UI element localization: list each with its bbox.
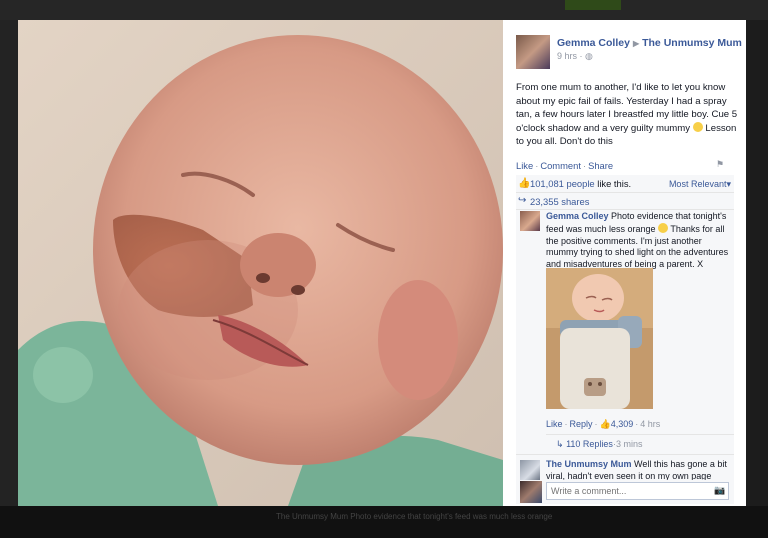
background-footer-text: The Unmumsy Mum Photo evidence that toni…: [276, 512, 553, 521]
comment-link[interactable]: Comment: [540, 160, 581, 171]
sort-dropdown[interactable]: Most Relevant▾: [669, 179, 731, 190]
post-actions: Like · Comment · Share: [516, 160, 613, 171]
viewer-avatar: [520, 481, 542, 503]
comments-list[interactable]: Gemma Colley Photo evidence that tonight…: [516, 210, 734, 480]
flag-icon[interactable]: ⚑: [716, 159, 726, 169]
like-link[interactable]: Like: [516, 160, 533, 171]
likes-summary: 👍 101,081 people like this. Most Relevan…: [516, 175, 734, 193]
share-link[interactable]: Share: [588, 160, 613, 171]
comment-input[interactable]: [546, 482, 729, 500]
separator: ·: [635, 419, 639, 429]
comment-like-icon: 👍: [599, 419, 611, 429]
photo-lightbox: × Gemma Colley▶The Unmumsy Mum 9 hrs · ◍…: [18, 20, 746, 506]
arrow-right-icon: ▶: [632, 39, 640, 48]
separator: ·: [535, 160, 539, 171]
chevron-down-icon: ▾: [726, 179, 731, 189]
comment-like-link[interactable]: Like: [546, 419, 563, 429]
shares-count-link[interactable]: 23,355 shares: [530, 196, 589, 207]
divider: [546, 434, 734, 435]
reply-arrow-icon: ↳: [556, 439, 564, 449]
page-avatar[interactable]: [520, 460, 540, 480]
separator: ·: [582, 160, 587, 171]
divider: [516, 454, 734, 455]
page-name-link[interactable]: The Unmumsy Mum: [642, 37, 742, 49]
share-arrow-icon: ↪: [518, 195, 527, 206]
background-top-strip: [0, 0, 768, 20]
comment-author-link[interactable]: The Unmumsy Mum: [546, 459, 632, 469]
post-sidebar: Gemma Colley ▶ The Unmumsy Mum 9 hrs · ◍ F…: [503, 20, 746, 506]
separator: ·: [564, 419, 568, 429]
author-line: Gemma Colley ▶ The Unmumsy Mum: [557, 37, 742, 49]
view-replies-link[interactable]: ↳ 110 Replies·3 mins: [556, 439, 642, 450]
background-button: [565, 0, 621, 10]
commenter-avatar[interactable]: [520, 211, 540, 231]
comment-body: Gemma Colley Photo evidence that tonight…: [546, 211, 731, 271]
post-body: From one mum to another, I'd like to let…: [516, 81, 741, 149]
author-name-link[interactable]: Gemma Colley: [557, 37, 630, 49]
comment-composer: 📷: [516, 480, 734, 504]
baby-photo-illustration: [18, 20, 503, 506]
comment-timestamp[interactable]: 4 hrs: [640, 419, 660, 429]
author-avatar[interactable]: [516, 35, 550, 69]
smiley-emoji-icon: [658, 222, 669, 233]
main-photo[interactable]: [18, 20, 503, 506]
likes-people-link[interactable]: 101,081 people: [530, 178, 595, 189]
likes-count: 101,081 people like this.: [530, 178, 631, 189]
comment-body: The Unmumsy Mum Well this has gone a bit…: [546, 459, 731, 480]
background-left-column: [0, 20, 18, 506]
post-meta: 9 hrs · ◍: [557, 51, 593, 61]
smiley-emoji-icon: [692, 121, 703, 132]
comment-like-count[interactable]: 4,309: [611, 419, 634, 429]
shares-summary: ↪ 23,355 shares: [516, 193, 734, 210]
likes-suffix: like this.: [594, 178, 632, 189]
replies-count: 110 Replies: [566, 439, 613, 449]
comment-actions: Like · Reply · 👍4,309 · 4 hrs: [546, 419, 660, 430]
background-bottom-strip: [0, 506, 768, 538]
comment-author-link[interactable]: Gemma Colley: [546, 211, 609, 221]
comment-reply-link[interactable]: Reply: [570, 419, 593, 429]
thumbs-up-icon: 👍: [518, 178, 531, 189]
post-timestamp[interactable]: 9 hrs: [557, 51, 577, 61]
comment-photo[interactable]: [546, 268, 653, 409]
globe-privacy-icon: ◍: [585, 51, 593, 61]
sort-label: Most Relevant: [668, 179, 727, 189]
separator: ·: [594, 419, 598, 429]
replies-timestamp: 3 mins: [615, 439, 643, 449]
post-header: Gemma Colley ▶ The Unmumsy Mum 9 hrs · ◍: [516, 35, 742, 71]
camera-icon[interactable]: 📷: [714, 485, 726, 495]
sleeping-baby-photo-illustration: [546, 268, 653, 409]
